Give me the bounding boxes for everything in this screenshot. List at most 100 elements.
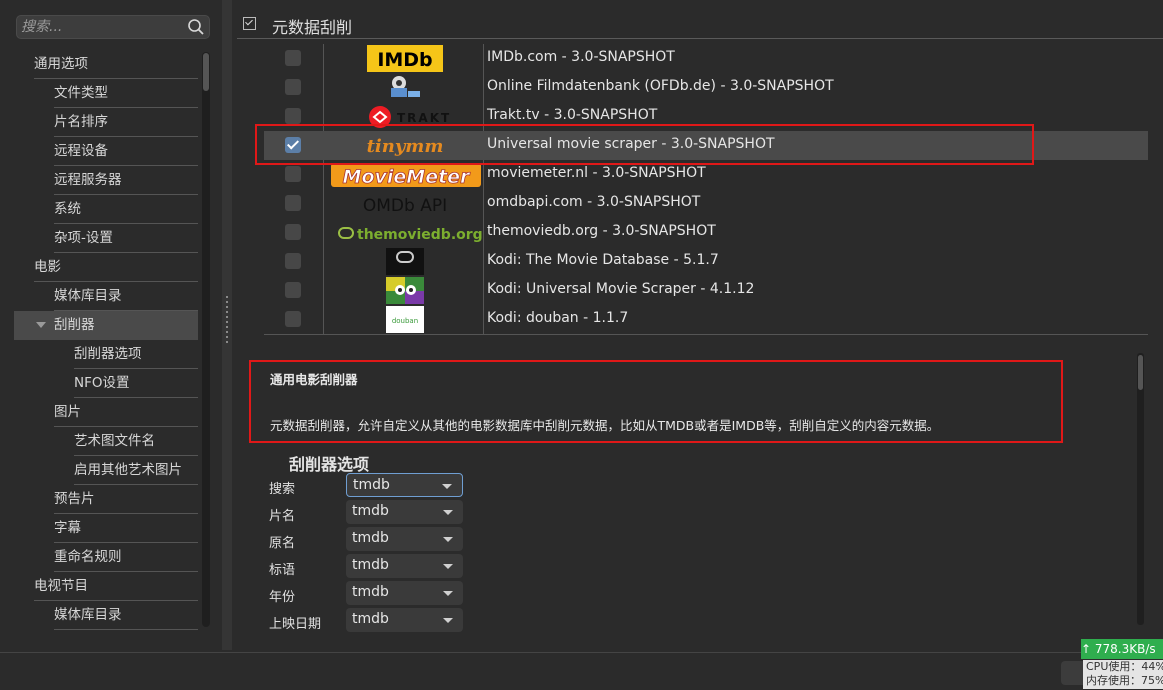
option-label-year: 年份	[269, 590, 296, 605]
scraper-checkbox[interactable]	[285, 195, 301, 211]
scraper-checkbox[interactable]	[285, 79, 301, 95]
tree-item-subtitles[interactable]: 字幕	[54, 514, 198, 543]
sidebar-scroll-thumb[interactable]	[203, 53, 209, 91]
dropdown-arrow-icon[interactable]	[443, 564, 453, 569]
tree-item-general[interactable]: 通用选项	[34, 50, 198, 79]
tree-item-nfo-settings[interactable]: NFO设置	[74, 369, 198, 398]
douban-logo: douban	[327, 306, 483, 334]
option-select-release-date[interactable]: tmdb	[346, 608, 463, 632]
tree-item-remote-servers[interactable]: 远程服务器	[54, 166, 198, 195]
search-input[interactable]	[21, 18, 181, 36]
scraper-checkbox[interactable]	[285, 311, 301, 327]
tree-item-renamer[interactable]: 重命名规则	[54, 543, 198, 572]
option-select-search[interactable]: tmdb	[346, 473, 463, 497]
settings-sidebar: 通用选项 文件类型 片名排序 远程设备 远程服务器 系统 杂项-设置 电影 媒体…	[0, 0, 222, 650]
search-box[interactable]	[16, 15, 210, 39]
scraper-checkbox[interactable]	[285, 282, 301, 298]
option-select-tagline[interactable]: tmdb	[346, 554, 463, 578]
scraper-row[interactable]: themoviedb.org themoviedb.org - 3.0-SNAP…	[264, 218, 1148, 247]
tree-item-artwork-filenames[interactable]: 艺术图文件名	[74, 427, 198, 456]
scraper-row[interactable]: Kodi: The Movie Database - 5.1.7	[264, 247, 1148, 276]
tree-item-scraper-options[interactable]: 刮削器选项	[74, 340, 198, 369]
option-label-search: 搜索	[269, 482, 296, 497]
svg-text:MovieMeter: MovieMeter	[343, 166, 472, 188]
network-speed-indicator: ↑ 778.3KB/s	[1081, 639, 1163, 659]
scraper-checkbox[interactable]	[285, 50, 301, 66]
tree-item-file-types[interactable]: 文件类型	[54, 79, 198, 108]
tree-item-images[interactable]: 图片	[54, 398, 198, 427]
dialog-footer	[0, 652, 1163, 690]
scraper-description-box: 通用电影刮削器 元数据刮削器，允许自定义从其他的电影数据库中刮削元数据，比如从T…	[249, 360, 1063, 443]
sidebar-scrollbar[interactable]	[202, 52, 210, 627]
scraper-description-text: 元数据刮削器，允许自定义从其他的电影数据库中刮削元数据，比如从TMDB或者是IM…	[270, 418, 940, 433]
scraper-name: Kodi: douban - 1.1.7	[487, 310, 629, 326]
split-pane-handle[interactable]	[222, 0, 232, 650]
dropdown-arrow-icon[interactable]	[443, 510, 453, 515]
cpu-usage: CPU使用：44%	[1086, 660, 1163, 673]
tree-item-remote-devices[interactable]: 远程设备	[54, 137, 198, 166]
scraper-name: IMDb.com - 3.0-SNAPSHOT	[487, 49, 675, 65]
tree-item-movies[interactable]: 电影	[34, 253, 198, 282]
tree-item-scrapers[interactable]: 刮削器	[14, 311, 198, 340]
option-label-original-title: 原名	[269, 536, 296, 551]
scraper-checkbox[interactable]	[285, 108, 301, 124]
scraper-checkbox[interactable]	[285, 253, 301, 269]
tree-item-tv-shows[interactable]: 电视节目	[34, 572, 198, 601]
themoviedb-logo: themoviedb.org	[327, 219, 483, 246]
option-label-title: 片名	[269, 509, 296, 524]
option-label-release-date: 上映日期	[269, 617, 322, 632]
option-label-tagline: 标语	[269, 563, 296, 578]
scraper-name: themoviedb.org - 3.0-SNAPSHOT	[487, 223, 716, 239]
scraper-row[interactable]: Kodi: Universal Movie Scraper - 4.1.12	[264, 276, 1148, 305]
option-select-title[interactable]: tmdb	[346, 500, 463, 524]
scraper-name: Kodi: The Movie Database - 5.1.7	[487, 252, 719, 268]
scraper-row[interactable]: IMDb IMDb.com - 3.0-SNAPSHOT	[264, 44, 1148, 73]
expand-caret-icon[interactable]	[36, 322, 46, 328]
scraper-settings-panel: 元数据刮削 IMDb IMDb.com - 3.0-SNAPSHOT Onlin…	[232, 0, 1163, 650]
scraper-table: IMDb IMDb.com - 3.0-SNAPSHOT Online Film…	[264, 44, 1148, 335]
tree-item-system[interactable]: 系统	[54, 195, 198, 224]
system-stats: CPU使用：44% 内存使用：75%	[1083, 660, 1163, 689]
collapse-checkbox-icon[interactable]	[243, 17, 256, 30]
tree-item-extra-artwork[interactable]: 启用其他艺术图片	[74, 456, 198, 485]
content-scrollbar[interactable]	[1137, 353, 1144, 625]
dropdown-arrow-icon[interactable]	[443, 537, 453, 542]
kodi-ums-icon	[327, 277, 483, 305]
ofdb-logo-icon	[327, 74, 483, 101]
scraper-name: moviemeter.nl - 3.0-SNAPSHOT	[487, 165, 706, 181]
search-icon[interactable]	[187, 18, 205, 36]
content-scroll-thumb[interactable]	[1138, 355, 1143, 390]
scraper-name: Kodi: Universal Movie Scraper - 4.1.12	[487, 281, 755, 297]
moviemeter-logo: MovieMeter	[327, 161, 483, 188]
option-select-year[interactable]: tmdb	[346, 581, 463, 605]
tree-item-movie-library[interactable]: 媒体库目录	[54, 282, 198, 311]
scraper-checkbox[interactable]	[285, 166, 301, 182]
tree-item-trailers[interactable]: 预告片	[54, 485, 198, 514]
scraper-name: Online Filmdatenbank (OFDb.de) - 3.0-SNA…	[487, 78, 834, 94]
dropdown-arrow-icon[interactable]	[443, 618, 453, 623]
scraper-row[interactable]: Online Filmdatenbank (OFDb.de) - 3.0-SNA…	[264, 73, 1148, 102]
memory-usage: 内存使用：75%	[1086, 674, 1163, 687]
section-header: 元数据刮削	[237, 12, 1163, 39]
highlight-annotation-box	[255, 124, 1034, 165]
svg-text:douban: douban	[392, 317, 418, 325]
tree-item-title-sort[interactable]: 片名排序	[54, 108, 198, 137]
tree-item-misc-settings[interactable]: 杂项-设置	[54, 224, 198, 253]
svg-text:IMDb: IMDb	[377, 49, 432, 71]
dropdown-arrow-icon[interactable]	[442, 484, 452, 489]
scraper-options-title: 刮削器选项	[289, 455, 370, 474]
scraper-row[interactable]: OMDb API omdbapi.com - 3.0-SNAPSHOT	[264, 189, 1148, 218]
scraper-checkbox[interactable]	[285, 224, 301, 240]
omdb-logo: OMDb API	[327, 190, 483, 217]
option-select-original-title[interactable]: tmdb	[346, 527, 463, 551]
scraper-description-title: 通用电影刮削器	[270, 372, 358, 387]
svg-text:OMDb API: OMDb API	[363, 196, 447, 216]
svg-text:TRAKT: TRAKT	[397, 111, 451, 125]
scraper-row[interactable]: douban Kodi: douban - 1.1.7	[264, 305, 1148, 334]
dropdown-arrow-icon[interactable]	[443, 591, 453, 596]
scraper-name: Trakt.tv - 3.0-SNAPSHOT	[487, 107, 658, 123]
section-title: 元数据刮削	[272, 18, 353, 37]
settings-tree: 通用选项 文件类型 片名排序 远程设备 远程服务器 系统 杂项-设置 电影 媒体…	[14, 50, 198, 630]
tree-item-tv-library[interactable]: 媒体库目录	[54, 601, 198, 630]
svg-text:themoviedb.org: themoviedb.org	[357, 227, 483, 243]
